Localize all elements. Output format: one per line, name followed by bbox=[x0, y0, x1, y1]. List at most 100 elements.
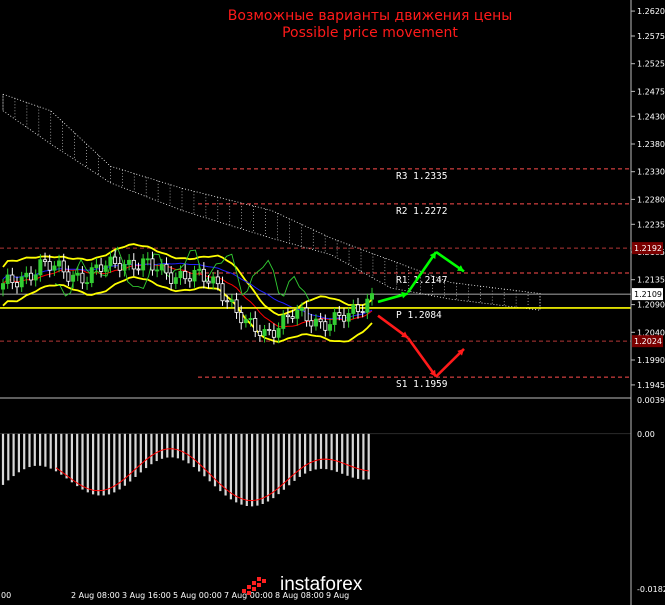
candle-body bbox=[38, 259, 43, 276]
candle-body bbox=[262, 329, 267, 336]
candle-body bbox=[271, 330, 276, 338]
price-tag-label: 1.2109 bbox=[634, 290, 662, 299]
candle-body bbox=[66, 271, 71, 282]
candle-body bbox=[19, 276, 24, 288]
candle-body bbox=[131, 259, 136, 270]
candle-body bbox=[337, 312, 342, 316]
candle-body bbox=[281, 314, 286, 329]
candle-body bbox=[155, 269, 160, 272]
candle-body bbox=[276, 328, 281, 338]
bollinger-lower bbox=[2, 275, 373, 343]
candle-body bbox=[99, 264, 104, 272]
price-tick-label: 1.2620 bbox=[637, 7, 665, 16]
candle-body bbox=[136, 268, 141, 271]
candle-body bbox=[47, 261, 52, 271]
candle-body bbox=[257, 330, 262, 336]
price-tick-label: 1.2330 bbox=[637, 168, 665, 177]
candle-body bbox=[215, 276, 220, 285]
candle-body bbox=[332, 312, 337, 325]
candle-body bbox=[360, 311, 365, 313]
candle-body bbox=[313, 318, 318, 327]
candle-body bbox=[61, 260, 66, 273]
candle-body bbox=[89, 267, 94, 284]
candle-body bbox=[71, 274, 76, 282]
candle-body bbox=[341, 315, 346, 322]
candle-body bbox=[183, 270, 188, 280]
candle-body bbox=[192, 269, 197, 282]
price-axis: 1.2620 1.2575 1.2525 1.2475 1.2430 1.2380 1.23… bbox=[0, 0, 665, 605]
candle-body bbox=[113, 256, 118, 264]
price-tag-label: 1.2192 bbox=[634, 244, 662, 253]
candle-body bbox=[117, 263, 122, 271]
logo-wordmark: instaforex bbox=[280, 574, 363, 595]
candle-body bbox=[201, 268, 206, 282]
pivot-label: S1 1.1959 bbox=[396, 379, 448, 390]
candle-body bbox=[229, 299, 234, 303]
candle-body bbox=[220, 283, 225, 302]
pivot-label: R1 1.2147 bbox=[396, 275, 447, 286]
candle-body bbox=[24, 272, 29, 278]
pivot-levels: R3 1.2335 R2 1.2272 R1 1.2147 P 1.2084 S1 1.… bbox=[0, 168, 631, 390]
candle-body bbox=[173, 277, 178, 284]
candle-body bbox=[159, 263, 164, 271]
pivot-label: R3 1.2335 bbox=[396, 171, 447, 182]
chart-title-ru: Возможные варианты движения цены bbox=[227, 8, 513, 24]
candle-body bbox=[309, 320, 314, 327]
candle-body bbox=[141, 258, 146, 271]
candle-body bbox=[178, 270, 183, 279]
price-tick-label: 1.2525 bbox=[637, 60, 665, 69]
candle-body bbox=[52, 265, 57, 271]
osc-tick-label: 0.00 bbox=[637, 430, 655, 439]
candle-body bbox=[29, 272, 34, 281]
up-scenario-segment bbox=[406, 251, 438, 294]
price-tick-label: 1.1990 bbox=[637, 356, 665, 365]
price-tick-label: 1.2380 bbox=[637, 140, 665, 149]
candle-body bbox=[225, 300, 230, 303]
candle-body bbox=[351, 304, 356, 314]
candle-body bbox=[234, 299, 239, 313]
candle-body bbox=[0, 283, 6, 290]
price-tick-label: 1.2430 bbox=[637, 112, 665, 121]
pivot-label: P 1.2084 bbox=[396, 310, 442, 321]
candle-body bbox=[304, 307, 309, 322]
candle-body bbox=[253, 318, 258, 332]
bollinger-upper bbox=[2, 243, 373, 316]
candle-body bbox=[169, 272, 174, 284]
candle-body bbox=[10, 274, 15, 283]
candle-body bbox=[248, 318, 253, 321]
candle-body bbox=[80, 272, 85, 284]
candle-body bbox=[295, 309, 300, 319]
candle-body bbox=[346, 313, 351, 322]
candle-body bbox=[108, 256, 113, 267]
price-tick-label: 1.2135 bbox=[637, 276, 665, 285]
time-axis-label: 00 bbox=[1, 591, 11, 600]
candle-body bbox=[285, 314, 290, 318]
instaforex-logo-icon bbox=[242, 577, 266, 595]
candle-body bbox=[365, 298, 370, 313]
down-scenario-segment bbox=[406, 337, 438, 378]
candle-body bbox=[318, 318, 323, 323]
candle-body bbox=[187, 278, 192, 282]
candle-body bbox=[15, 282, 20, 288]
chart-title-en: Possible price movement bbox=[282, 25, 458, 41]
candle-body bbox=[5, 274, 10, 284]
price-tick-label: 1.2575 bbox=[637, 32, 665, 41]
candle-body bbox=[239, 312, 244, 324]
candle-body bbox=[327, 324, 332, 331]
candle-body bbox=[206, 280, 211, 284]
candle-body bbox=[369, 293, 374, 300]
candle-body bbox=[127, 259, 132, 265]
oscillator-panel bbox=[0, 433, 631, 507]
candle-body bbox=[299, 307, 304, 311]
candle-body bbox=[33, 274, 38, 281]
price-tick-label: 1.1945 bbox=[637, 381, 665, 390]
candle-body bbox=[75, 272, 80, 276]
candle-body bbox=[164, 263, 169, 274]
candle-body bbox=[355, 304, 360, 312]
candle-body bbox=[290, 316, 295, 319]
candle-body bbox=[243, 319, 248, 324]
price-tick-label: 1.2235 bbox=[637, 220, 665, 229]
price-chart: R3 1.2335 R2 1.2272 R1 1.2147 P 1.2084 S1 1.… bbox=[0, 0, 665, 605]
price-tick-label: 1.2090 bbox=[637, 301, 665, 310]
candle-body bbox=[323, 321, 328, 331]
